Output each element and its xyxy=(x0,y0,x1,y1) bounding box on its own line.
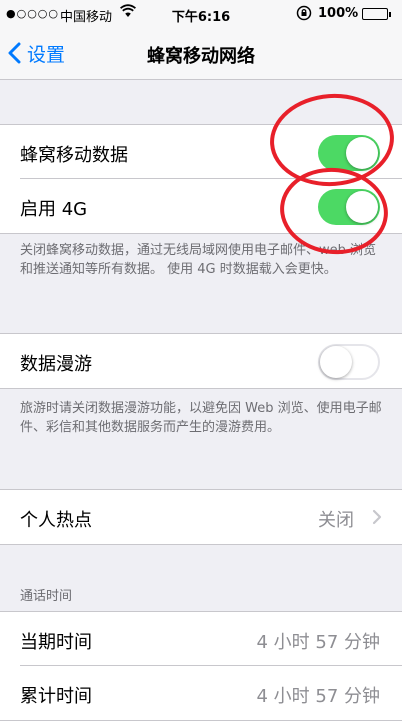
data-roaming-toggle[interactable] xyxy=(318,344,380,380)
personal-hotspot-value: 关闭 xyxy=(318,510,354,531)
chevron-right-icon xyxy=(372,509,382,525)
roaming-group: 数据漫游 xyxy=(0,333,402,389)
lifetime-row: 累计时间 4 小时 57 分钟 xyxy=(0,666,402,720)
current-period-value: 4 小时 57 分钟 xyxy=(256,632,380,653)
cellular-data-row: 蜂窝移动数据 xyxy=(0,125,402,179)
status-bar: ●○○○○ 中国移动 下午6:16 100% xyxy=(0,0,402,28)
cellular-footnote: 关闭蜂窝移动数据，通过无线局域网使用电子邮件、web 浏览和推送通知等所有数据。… xyxy=(20,243,377,277)
personal-hotspot-row[interactable]: 个人热点 关闭 xyxy=(0,490,402,544)
cellular-settings-group: 蜂窝移动数据 启用 4G xyxy=(0,124,402,234)
call-time-group: 当期时间 4 小时 57 分钟 累计时间 4 小时 57 分钟 xyxy=(0,611,402,721)
page-title: 蜂窝移动网络 xyxy=(147,46,255,67)
hotspot-group: 个人热点 关闭 xyxy=(0,489,402,545)
personal-hotspot-label: 个人热点 xyxy=(20,510,92,531)
current-period-row: 当期时间 4 小时 57 分钟 xyxy=(0,612,402,666)
enable-4g-label: 启用 4G xyxy=(20,199,88,220)
enable-4g-toggle[interactable] xyxy=(318,189,380,225)
lifetime-value: 4 小时 57 分钟 xyxy=(256,686,380,707)
lifetime-label: 累计时间 xyxy=(20,686,92,707)
enable-4g-row: 启用 4G xyxy=(0,179,402,233)
navigation-bar: 设置 蜂窝移动网络 xyxy=(0,28,402,80)
battery-icon xyxy=(362,8,391,20)
roaming-footnote: 旅游时请关闭数据漫游功能，以避免因 Web 浏览、使用电子邮件、彩信和其他数据服… xyxy=(20,401,382,435)
current-period-label: 当期时间 xyxy=(20,632,92,653)
data-roaming-label: 数据漫游 xyxy=(20,354,92,375)
cellular-data-label: 蜂窝移动数据 xyxy=(20,145,128,166)
call-time-header: 通话时间 xyxy=(20,589,73,604)
data-roaming-row: 数据漫游 xyxy=(0,334,402,388)
cellular-data-toggle[interactable] xyxy=(318,135,380,171)
rotation-lock-icon xyxy=(296,5,312,25)
battery-percentage: 100% xyxy=(318,6,359,21)
